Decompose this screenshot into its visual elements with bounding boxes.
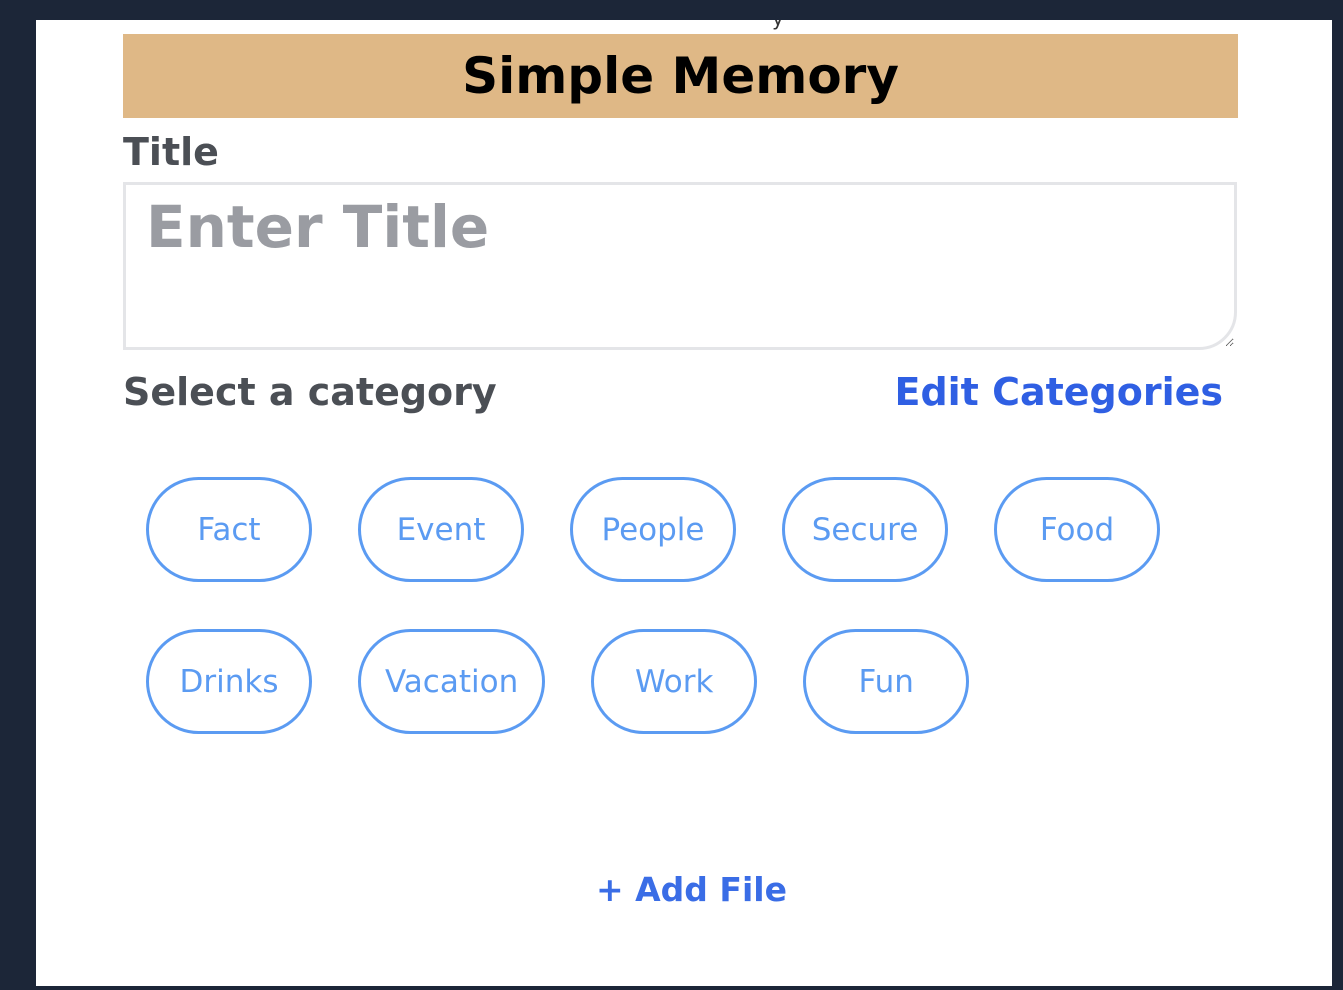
header-bar: Simple Memory	[123, 34, 1238, 118]
category-chip-fun[interactable]: Fun	[803, 629, 970, 734]
category-chip-people[interactable]: People	[570, 477, 736, 582]
partial-text-above: y	[772, 20, 784, 30]
category-chip-food[interactable]: Food	[994, 477, 1160, 582]
category-header-row: Select a category Edit Categories	[123, 370, 1223, 414]
category-chip-fact[interactable]: Fact	[146, 477, 312, 582]
title-field-label: Title	[123, 130, 219, 174]
memory-form-panel: y Simple Memory Title Select a category …	[36, 20, 1332, 986]
title-input[interactable]	[123, 182, 1237, 350]
add-file-button[interactable]: + Add File	[596, 870, 787, 909]
category-chip-list: Fact Event People Secure Food Drinks Vac…	[146, 477, 1206, 734]
category-chip-event[interactable]: Event	[358, 477, 524, 582]
category-label: Select a category	[123, 370, 497, 414]
category-chip-work[interactable]: Work	[591, 629, 758, 734]
category-chip-vacation[interactable]: Vacation	[358, 629, 546, 734]
page-title: Simple Memory	[462, 47, 899, 105]
category-chip-drinks[interactable]: Drinks	[146, 629, 312, 734]
edit-categories-link[interactable]: Edit Categories	[894, 370, 1223, 414]
category-chip-secure[interactable]: Secure	[782, 477, 948, 582]
